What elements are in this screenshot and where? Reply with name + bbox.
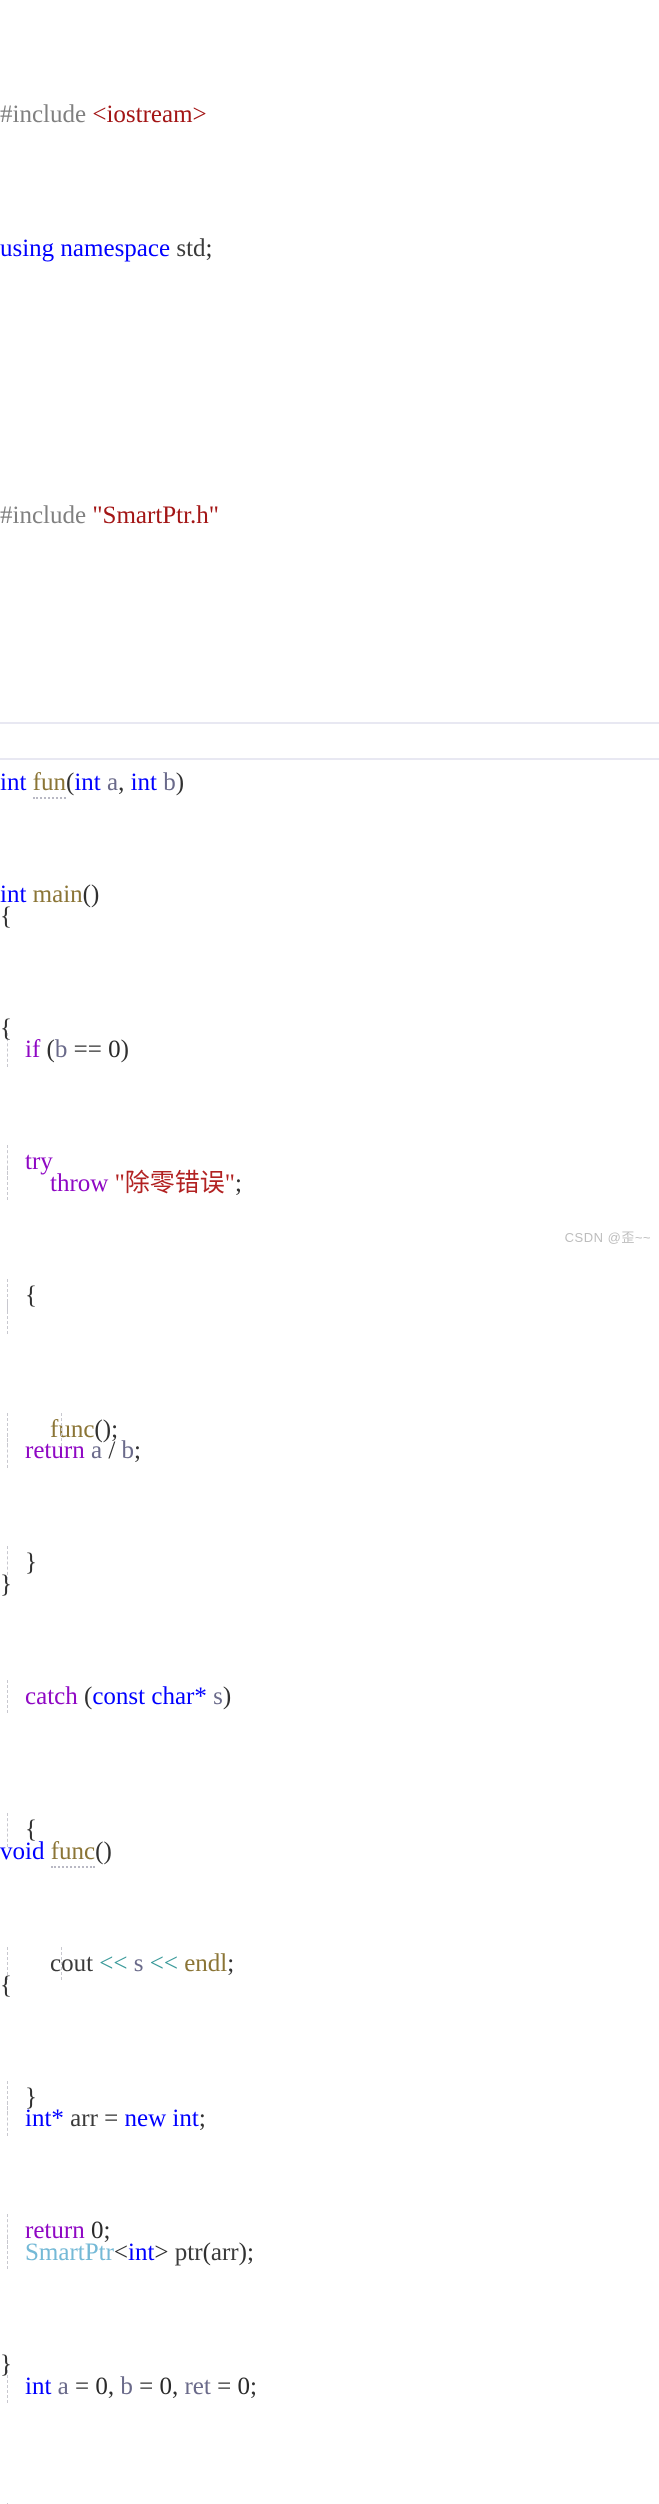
code-line-blank[interactable] <box>0 633 659 666</box>
token-identifier-cout: cout <box>50 1950 100 1978</box>
indent-guide <box>7 1679 8 1714</box>
token-open-brace: { <box>25 1816 37 1844</box>
indent-guide <box>7 2214 8 2248</box>
code-line[interactable]: cout << s << endl; <box>0 1947 659 1981</box>
token-function-name-main: main <box>32 881 83 909</box>
indent-guide <box>7 2503 8 2504</box>
code-line[interactable]: cin >> a >> b; <box>0 2503 659 2504</box>
collapsed-region-separator[interactable] <box>0 722 659 760</box>
token-keyword: using namespace <box>0 234 177 262</box>
indent-guide <box>7 1947 8 1981</box>
indent-guide <box>7 1813 8 1847</box>
token-paren: ( <box>83 1682 93 1710</box>
token-stream-insert-operator: << <box>99 1950 134 1978</box>
code-line[interactable]: } <box>0 1546 659 1580</box>
token-preprocessor: #include <box>0 502 93 530</box>
code-line[interactable]: int main() <box>0 878 659 911</box>
indent-guide <box>7 1279 8 1313</box>
code-line[interactable]: using namespace std; <box>0 232 659 265</box>
token-identifier-std: std <box>176 234 206 262</box>
token-include-header: <iostream> <box>92 101 207 129</box>
indent-guide <box>61 1412 62 1447</box>
token-keyword-try: try <box>25 1148 53 1176</box>
code-line[interactable]: #include <iostream> <box>0 98 659 131</box>
code-line[interactable]: { <box>0 1279 659 1313</box>
token-keyword-return: return <box>25 2217 91 2245</box>
code-line[interactable]: } <box>0 2348 659 2381</box>
token-number-0: 0 <box>90 2217 104 2245</box>
indent-guide <box>7 1412 8 1447</box>
indent-guide <box>7 2080 8 2115</box>
token-preprocessor: #include <box>0 101 93 129</box>
token-parens-semicolon: (); <box>94 1415 119 1443</box>
token-paren: ) <box>222 1682 232 1710</box>
token-var-s: s <box>133 1950 150 1978</box>
token-semicolon: ; <box>103 2217 111 2245</box>
token-keyword-const: const <box>92 1682 152 1710</box>
code-line[interactable]: try <box>0 1145 659 1179</box>
code-line-blank[interactable] <box>0 365 659 398</box>
separator-rule-bottom <box>0 758 659 760</box>
token-param-s: s <box>206 1682 223 1710</box>
token-function-call-func: func <box>50 1415 95 1443</box>
token-keyword-char: char* <box>151 1682 207 1710</box>
code-line[interactable]: } <box>0 2080 659 2115</box>
token-string-literal: "SmartPtr.h" <box>92 502 220 530</box>
code-block-main[interactable]: int main() { try { func(); } catch (cons… <box>0 778 659 2482</box>
token-keyword-catch: catch <box>25 1682 84 1710</box>
code-line[interactable]: { <box>0 1813 659 1847</box>
token-open-brace: { <box>25 1282 37 1310</box>
code-line[interactable]: return 0; <box>0 2214 659 2248</box>
code-line[interactable]: { <box>0 1012 659 1045</box>
token-parens: () <box>82 881 100 909</box>
token-semicolon: ; <box>227 1950 235 1978</box>
token-semicolon: ; <box>205 234 213 262</box>
token-identifier-endl: endl <box>184 1950 228 1978</box>
csdn-watermark: CSDN @歪~~ <box>564 1230 651 1245</box>
indent-guide <box>61 1947 62 1981</box>
separator-rule-top <box>0 722 659 724</box>
token-open-brace: { <box>0 1014 12 1042</box>
token-close-brace: } <box>25 1549 37 1577</box>
code-line[interactable]: #include "SmartPtr.h" <box>0 499 659 532</box>
code-line[interactable]: func(); <box>0 1412 659 1447</box>
code-screenshot: #include <iostream> using namespace std;… <box>0 0 659 2504</box>
token-keyword-int: int <box>0 881 33 909</box>
token-close-brace: } <box>0 2350 12 2378</box>
code-line[interactable]: catch (const char* s) <box>0 1679 659 1714</box>
token-close-brace: } <box>25 2083 37 2111</box>
indent-guide <box>7 1145 8 1179</box>
token-stream-insert-operator: << <box>149 1950 185 1978</box>
indent-guide <box>7 1546 8 1580</box>
